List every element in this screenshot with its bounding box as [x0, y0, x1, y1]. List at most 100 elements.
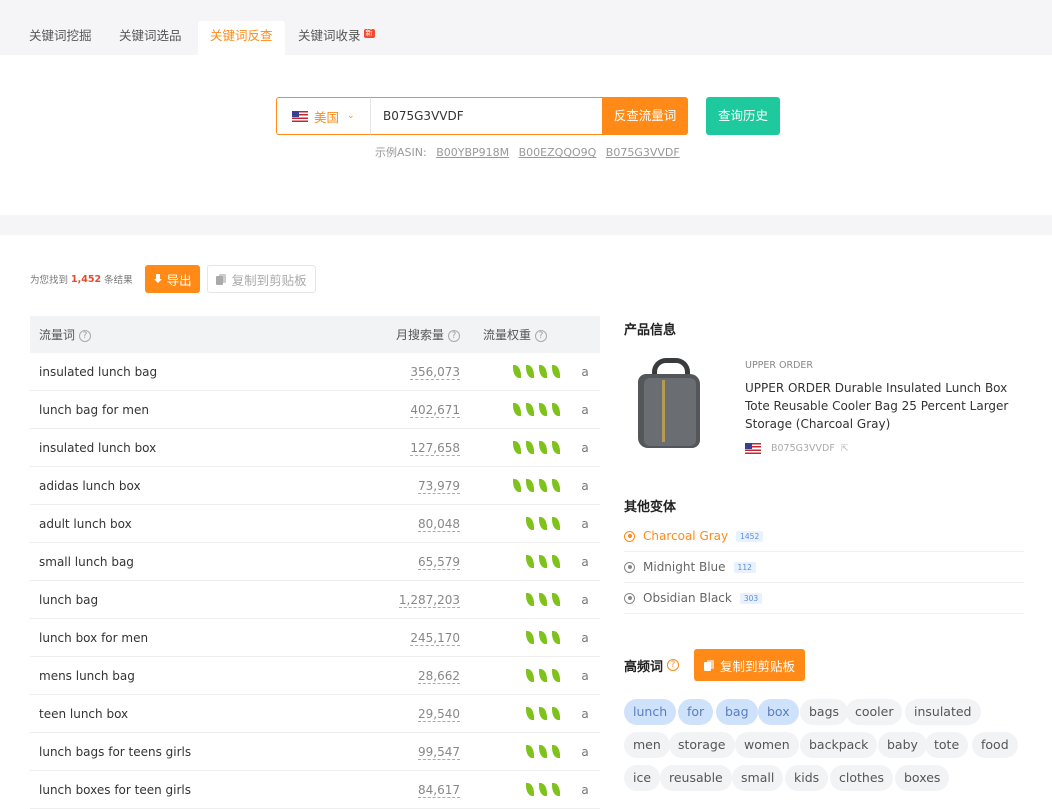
amazon-icon[interactable]: a: [570, 555, 600, 569]
tab-label: 关键词选品: [119, 28, 182, 43]
keyword-text[interactable]: lunch bag for men: [39, 403, 149, 417]
volume-value[interactable]: 73,979: [418, 478, 460, 494]
volume-value[interactable]: 1,287,203: [398, 592, 460, 608]
product-asin[interactable]: B075G3VVDF: [771, 443, 835, 454]
amazon-icon[interactable]: a: [570, 631, 600, 645]
keyword-cell[interactable]: lunch bags for teens girls: [30, 745, 360, 759]
volume-value[interactable]: 84,617: [418, 782, 460, 798]
keyword-text[interactable]: lunch bags for teens girls: [39, 745, 191, 759]
keyword-cell[interactable]: teen lunch box: [30, 707, 360, 721]
keyword-cell[interactable]: lunch box for men: [30, 631, 360, 645]
keyword-text[interactable]: adult lunch box: [39, 517, 132, 531]
volume-value[interactable]: 99,547: [418, 744, 460, 760]
keyword-text[interactable]: small lunch bag: [39, 555, 134, 569]
header-volume[interactable]: 月搜索量?: [360, 326, 460, 343]
keyword-tag[interactable]: men: [624, 732, 670, 758]
variant-item[interactable]: Midnight Blue 112: [624, 552, 1024, 583]
help-icon[interactable]: ?: [79, 330, 92, 342]
keyword-cell[interactable]: lunch boxes for teen girls: [30, 783, 360, 797]
keyword-tag[interactable]: reusable: [660, 765, 732, 791]
amazon-icon[interactable]: a: [570, 669, 600, 683]
export-button[interactable]: 导出: [144, 265, 200, 293]
tab-keyword-reverse[interactable]: 关键词反查: [198, 21, 285, 55]
keyword-tag[interactable]: clothes: [830, 765, 894, 791]
help-icon[interactable]: ?: [448, 330, 460, 342]
tab-keyword-product[interactable]: 关键词选品: [107, 21, 194, 55]
keyword-tag[interactable]: small: [732, 765, 784, 791]
keyword-tag[interactable]: kids: [785, 765, 829, 791]
volume-value[interactable]: 29,540: [418, 706, 460, 722]
keyword-tag[interactable]: cooler: [846, 699, 903, 725]
external-link-icon[interactable]: ⇱: [841, 444, 849, 454]
help-icon[interactable]: ?: [667, 659, 680, 671]
product-title[interactable]: UPPER ORDER Durable Insulated Lunch Box …: [745, 379, 1015, 433]
keyword-tag[interactable]: baby: [878, 732, 927, 758]
volume-value[interactable]: 65,579: [418, 554, 460, 570]
variant-item[interactable]: Obsidian Black 303: [624, 583, 1024, 614]
tab-keyword-mining[interactable]: 关键词挖掘: [17, 21, 104, 55]
query-history-button[interactable]: 查询历史: [706, 97, 780, 135]
keyword-tag[interactable]: boxes: [895, 765, 950, 791]
keyword-cell[interactable]: insulated lunch box: [30, 441, 360, 455]
volume-value[interactable]: 356,073: [410, 364, 460, 380]
variant-item[interactable]: Charcoal Gray 1452: [624, 521, 1024, 552]
keyword-text[interactable]: teen lunch box: [39, 707, 128, 721]
volume-value[interactable]: 245,170: [410, 630, 460, 646]
example-asin-link[interactable]: B00EZQQO9Q: [519, 146, 597, 159]
keyword-tag[interactable]: insulated: [905, 699, 981, 725]
volume-value[interactable]: 80,048: [418, 516, 460, 532]
keyword-text[interactable]: mens lunch bag: [39, 669, 135, 683]
keyword-text[interactable]: lunch box for men: [39, 631, 148, 645]
header-weight[interactable]: 流量权重?: [460, 326, 570, 343]
amazon-icon[interactable]: a: [570, 707, 600, 721]
amazon-icon[interactable]: a: [570, 783, 600, 797]
keyword-cell[interactable]: lunch bag for men: [30, 403, 360, 417]
keyword-cell[interactable]: insulated lunch bag: [30, 365, 360, 379]
keyword-cell[interactable]: lunch bag: [30, 593, 360, 607]
keyword-text[interactable]: adidas lunch box: [39, 479, 141, 493]
amazon-icon[interactable]: a: [570, 745, 600, 759]
weight-leaf-icon: [539, 478, 547, 492]
download-icon: [153, 273, 163, 285]
keyword-cell[interactable]: mens lunch bag: [30, 669, 360, 683]
keyword-text[interactable]: insulated lunch bag: [39, 365, 157, 379]
keyword-cell[interactable]: adult lunch box: [30, 517, 360, 531]
amazon-icon[interactable]: a: [570, 479, 600, 493]
amazon-icon[interactable]: a: [570, 441, 600, 455]
keyword-cell[interactable]: small lunch bag: [30, 555, 360, 569]
amazon-icon[interactable]: a: [570, 517, 600, 531]
tab-keyword-index[interactable]: 关键词收录新: [286, 21, 387, 55]
volume-value[interactable]: 127,658: [410, 440, 460, 456]
reverse-search-button[interactable]: 反查流量词: [602, 97, 688, 135]
keyword-text[interactable]: lunch bag: [39, 593, 98, 607]
keyword-tag[interactable]: women: [735, 732, 799, 758]
amazon-icon[interactable]: a: [570, 365, 600, 379]
keyword-text[interactable]: lunch boxes for teen girls: [39, 783, 191, 797]
keyword-tag[interactable]: storage: [669, 732, 735, 758]
keyword-text[interactable]: insulated lunch box: [39, 441, 156, 455]
volume-value[interactable]: 402,671: [410, 402, 460, 418]
product-image[interactable]: [632, 358, 710, 450]
asin-input[interactable]: [370, 97, 603, 135]
weight-leaf-icon: [552, 744, 560, 758]
keyword-tag[interactable]: backpack: [800, 732, 878, 758]
amazon-icon[interactable]: a: [570, 593, 600, 607]
keyword-cell[interactable]: adidas lunch box: [30, 479, 360, 493]
keyword-tag[interactable]: bag: [716, 699, 758, 725]
copy-clipboard-button[interactable]: 复制到剪贴板: [206, 265, 316, 293]
country-select[interactable]: 美国 ⌄: [276, 97, 370, 135]
help-icon[interactable]: ?: [535, 330, 547, 342]
weight-leaf-icon: [539, 516, 547, 530]
keyword-tag[interactable]: food: [972, 732, 1018, 758]
keyword-tag[interactable]: tote: [925, 732, 969, 758]
example-asin-link[interactable]: B075G3VVDF: [606, 146, 680, 159]
keyword-tag[interactable]: bags: [800, 699, 849, 725]
keyword-tag[interactable]: for: [678, 699, 714, 725]
copy-keywords-button[interactable]: 复制到剪贴板: [694, 649, 806, 681]
keyword-tag[interactable]: ice: [624, 765, 661, 791]
example-asin-link[interactable]: B00YBP918M: [436, 146, 509, 159]
keyword-tag[interactable]: box: [758, 699, 799, 725]
amazon-icon[interactable]: a: [570, 403, 600, 417]
volume-value[interactable]: 28,662: [418, 668, 460, 684]
keyword-tag[interactable]: lunch: [624, 699, 677, 725]
